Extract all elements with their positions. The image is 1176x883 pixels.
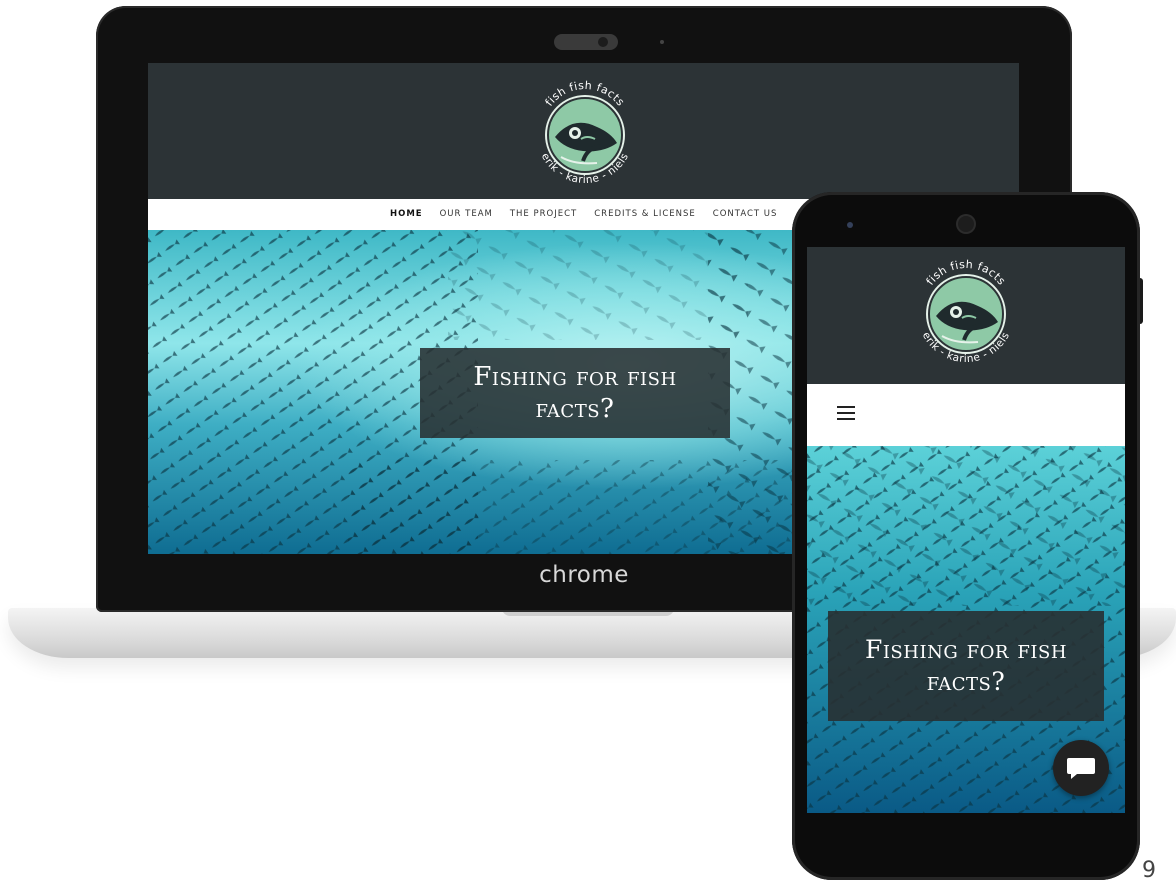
hamburger-menu-icon[interactable] bbox=[837, 406, 855, 422]
laptop-camera-bar bbox=[554, 34, 618, 50]
nav-item-credits-license[interactable]: CREDITS & LICENSE bbox=[594, 209, 696, 219]
mobile-hero-heading: Fishing for fish facts? bbox=[864, 635, 1068, 696]
nav-item-home[interactable]: HOME bbox=[390, 209, 423, 219]
laptop-camera-icon bbox=[598, 37, 608, 47]
mobile-hero-banner: Fishing for fish facts? bbox=[807, 446, 1125, 813]
chat-button[interactable] bbox=[1053, 740, 1109, 796]
site-header: fish fish facts erik - karine - niels bbox=[148, 63, 1019, 199]
hero-heading-card: Fishing for fish facts? bbox=[420, 348, 730, 438]
phone-sensor bbox=[847, 222, 853, 228]
chat-bubble-icon bbox=[1067, 758, 1095, 779]
hero-heading: Fishing for fish facts? bbox=[473, 362, 677, 424]
nav-item-the-project[interactable]: THE PROJECT bbox=[510, 209, 577, 219]
mobile-nav-bar bbox=[807, 384, 1125, 446]
nav-item-contact-us[interactable]: CONTACT US bbox=[713, 209, 778, 219]
laptop-light-sensor bbox=[660, 40, 664, 44]
mobile-site-header: fish fish facts erik - karine - niels bbox=[807, 247, 1125, 384]
phone-camera-icon bbox=[958, 216, 974, 232]
page-number: 9 bbox=[1142, 858, 1156, 883]
mobile-fish-logo-icon[interactable]: fish fish facts erik - karine - niels bbox=[906, 252, 1026, 372]
mobile-hero-heading-card: Fishing for fish facts? bbox=[828, 611, 1104, 721]
fish-logo-icon[interactable]: fish fish facts erik - karine - niels bbox=[525, 73, 645, 193]
nav-list: HOME OUR TEAM THE PROJECT CREDITS & LICE… bbox=[390, 209, 777, 219]
phone-screen: fish fish facts erik - karine - niels Fi… bbox=[807, 247, 1125, 813]
nav-item-our-team[interactable]: OUR TEAM bbox=[440, 209, 493, 219]
